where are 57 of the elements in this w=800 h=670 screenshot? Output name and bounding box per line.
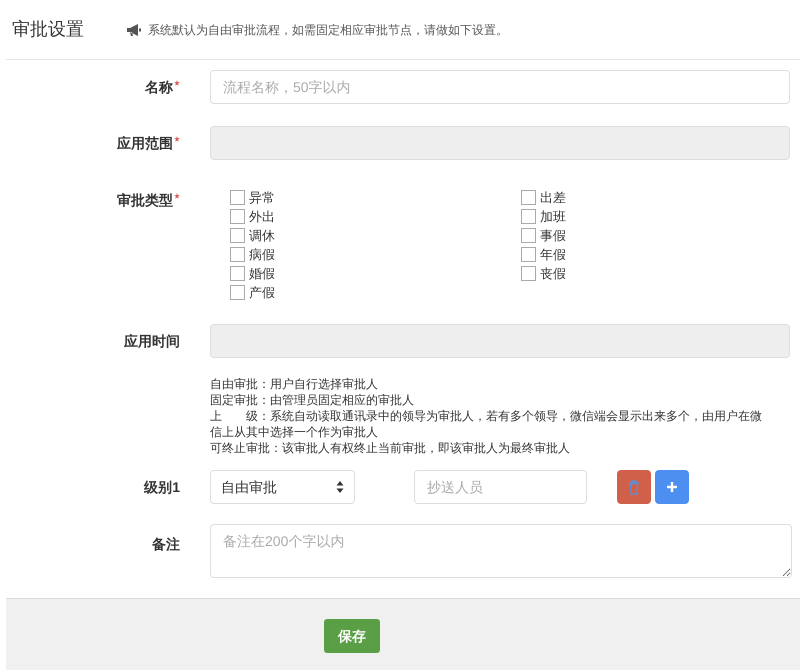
field-label: 审批类型 bbox=[117, 191, 173, 210]
field-label: 备注 bbox=[152, 535, 180, 554]
checkbox-option[interactable]: 调休 bbox=[230, 226, 521, 245]
checkbox[interactable] bbox=[230, 228, 245, 243]
checkbox-label: 年假 bbox=[540, 246, 566, 264]
checkbox[interactable] bbox=[521, 190, 536, 205]
required-icon bbox=[174, 136, 180, 142]
checkbox-label: 事假 bbox=[540, 226, 566, 245]
required-icon bbox=[174, 193, 180, 199]
checkbox-option[interactable]: 出差 bbox=[521, 188, 721, 207]
checkbox-option[interactable]: 异常 bbox=[230, 188, 521, 207]
checkbox-option[interactable]: 年假 bbox=[521, 245, 721, 264]
help-text: 自由审批：用户自行选择审批人 bbox=[210, 376, 379, 392]
trash-icon bbox=[628, 480, 640, 494]
checkbox-option[interactable]: 外出 bbox=[230, 207, 521, 226]
required-icon bbox=[174, 80, 180, 86]
notice-text: 系统默认为自由审批流程，如需固定相应审批节点，请做如下设置。 bbox=[148, 22, 508, 38]
checkbox[interactable] bbox=[521, 247, 536, 262]
page-title: 审批设置 bbox=[11, 18, 85, 41]
megaphone-icon bbox=[126, 24, 142, 36]
field-label: 名称 bbox=[145, 78, 173, 96]
checkbox[interactable] bbox=[230, 190, 245, 205]
checkbox-option[interactable]: 丧假 bbox=[521, 264, 721, 283]
checkbox-label: 出差 bbox=[540, 188, 566, 207]
updown-icon bbox=[336, 481, 344, 493]
checkbox[interactable] bbox=[521, 209, 536, 224]
help-text: 固定审批：由管理员固定相应的审批人 bbox=[210, 392, 415, 408]
checkbox-option[interactable]: 产假 bbox=[230, 283, 521, 302]
field-label: 级别1 bbox=[144, 478, 180, 496]
checkbox-label: 产假 bbox=[249, 284, 275, 302]
checkbox[interactable] bbox=[230, 266, 245, 281]
checkbox[interactable] bbox=[230, 247, 245, 262]
checkbox-label: 外出 bbox=[249, 208, 275, 226]
checkbox-option[interactable]: 事假 bbox=[521, 226, 721, 245]
checkbox-label: 婚假 bbox=[249, 264, 275, 283]
cc-field[interactable]: 抄送人员 bbox=[414, 470, 587, 504]
checkbox[interactable] bbox=[521, 228, 536, 243]
checkbox-option[interactable]: 婚假 bbox=[230, 264, 521, 283]
checkbox-label: 异常 bbox=[249, 188, 275, 207]
checkbox-option[interactable]: 病假 bbox=[230, 245, 521, 264]
approval-select[interactable]: 自由审批 bbox=[210, 470, 355, 504]
checkbox-label: 病假 bbox=[249, 246, 275, 264]
checkbox[interactable] bbox=[230, 285, 245, 300]
notes-field[interactable]: 备注在200个字以内 bbox=[210, 524, 792, 578]
help-text: 上 级：系统自动读取通讯录中的领导为审批人，若有多个领导，微信端会显示出来多个，由用户在微信上从其中选择一个作为审批人 bbox=[210, 408, 763, 440]
checkbox-label: 调休 bbox=[249, 226, 275, 245]
help-text: 可终止审批：该审批人有权终止当前审批，即该审批人为最终审批人 bbox=[210, 440, 571, 456]
text-field[interactable]: 流程名称，50字以内 bbox=[210, 70, 790, 104]
checkbox-label: 丧假 bbox=[540, 264, 566, 283]
field-label: 应用时间 bbox=[124, 332, 180, 350]
plus-icon bbox=[666, 481, 678, 493]
field-label: 应用范围 bbox=[117, 134, 173, 152]
checkbox[interactable] bbox=[521, 266, 536, 281]
checkbox-label: 加班 bbox=[540, 208, 566, 226]
checkbox-option[interactable]: 加班 bbox=[521, 207, 721, 226]
checkbox[interactable] bbox=[230, 209, 245, 224]
add-button[interactable] bbox=[655, 470, 689, 504]
